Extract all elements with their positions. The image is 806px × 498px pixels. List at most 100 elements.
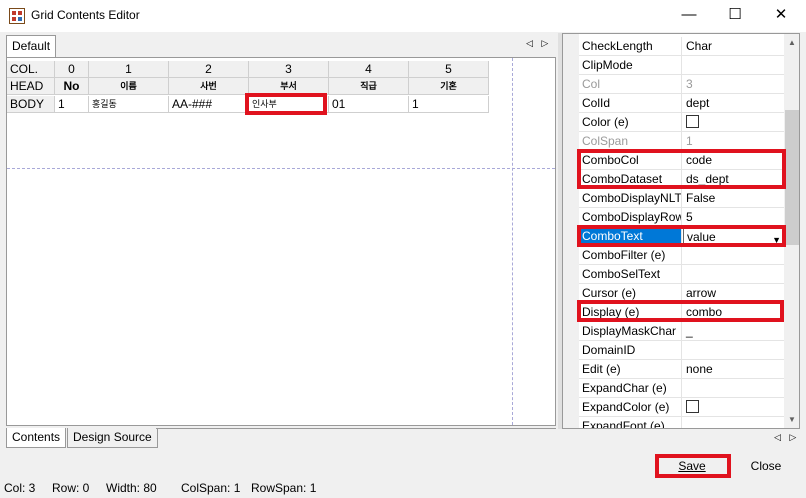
head-cell[interactable]: 사번 xyxy=(169,78,249,95)
col-index[interactable]: 0 xyxy=(55,61,89,78)
property-name: ComboSelText xyxy=(579,265,682,283)
col-index[interactable]: 3 xyxy=(249,61,329,78)
property-row[interactable]: ComboDisplayRow 5 xyxy=(579,208,784,227)
grid-app-icon xyxy=(9,8,25,24)
head-cell[interactable]: 이름 xyxy=(89,78,169,95)
property-value[interactable] xyxy=(683,246,784,264)
property-name: ComboCol xyxy=(579,151,682,169)
body-cell[interactable]: 홍길동 xyxy=(89,96,169,113)
grid-guide-line xyxy=(7,168,555,169)
property-row[interactable]: Cursor (e) arrow xyxy=(579,284,784,303)
property-value[interactable] xyxy=(683,113,784,131)
tab-design-source[interactable]: Design Source xyxy=(67,428,158,448)
property-row[interactable]: ComboFilter (e) xyxy=(579,246,784,265)
maximize-button[interactable]: ☐ xyxy=(712,0,758,32)
property-row[interactable]: ComboSelText xyxy=(579,265,784,284)
tab-default[interactable]: Default xyxy=(6,35,57,57)
close-button[interactable]: Close xyxy=(738,455,794,477)
body-cell[interactable]: AA-### xyxy=(169,96,249,113)
property-value-text: 3 xyxy=(686,77,693,91)
grid-design-area[interactable]: COL. 0 1 2 3 4 5 HEAD No 이름 사번 부서 직급 기혼 … xyxy=(6,57,556,426)
property-value[interactable] xyxy=(683,341,784,359)
property-grid[interactable]: CheckLength Char ClipMode Col 3 ColId dept Colo… xyxy=(562,33,800,429)
title-bar: Grid Contents Editor — ☐ ✕ xyxy=(0,0,806,32)
property-value-text: 1 xyxy=(686,134,693,148)
property-name: ComboDataset xyxy=(579,170,682,188)
property-row[interactable]: ColSpan 1 xyxy=(579,132,784,151)
head-row-label: HEAD xyxy=(7,78,55,95)
property-row[interactable]: Display (e) combo xyxy=(579,303,784,322)
property-value[interactable]: none xyxy=(683,360,784,378)
tab-divider xyxy=(156,428,556,429)
col-index[interactable]: 4 xyxy=(329,61,409,78)
property-value[interactable]: dept xyxy=(683,94,784,112)
property-name: ColSpan xyxy=(579,132,682,150)
property-value[interactable]: Char xyxy=(683,37,784,55)
body-cell[interactable]: 01 xyxy=(329,96,409,113)
property-row[interactable]: ColId dept xyxy=(579,94,784,113)
property-value[interactable]: ds_dept xyxy=(683,170,784,188)
property-row[interactable]: ComboText value ▼ xyxy=(579,227,784,246)
scroll-up-icon[interactable]: ▲ xyxy=(784,34,799,51)
scroll-thumb[interactable] xyxy=(785,110,799,245)
head-cell[interactable]: 기혼 xyxy=(409,78,489,95)
head-cell[interactable]: 부서 xyxy=(249,78,329,95)
property-row[interactable]: Col 3 xyxy=(579,75,784,94)
property-value: 1 xyxy=(683,132,784,150)
property-row[interactable]: ExpandColor (e) xyxy=(579,398,784,417)
property-name: ClipMode xyxy=(579,56,682,74)
property-value[interactable] xyxy=(683,417,784,428)
body-cell[interactable]: 1 xyxy=(409,96,489,113)
close-button-label: Close xyxy=(750,459,782,473)
property-value-dropdown[interactable]: value ▼ xyxy=(683,227,784,245)
scroll-down-icon[interactable]: ▼ xyxy=(784,411,799,428)
property-name: Color (e) xyxy=(579,113,682,131)
property-value[interactable] xyxy=(683,398,784,416)
property-value[interactable] xyxy=(683,56,784,74)
property-checkbox[interactable] xyxy=(686,400,699,413)
property-name: DisplayMaskChar xyxy=(579,322,682,340)
dropdown-arrow-icon[interactable]: ▼ xyxy=(772,231,781,244)
property-row[interactable]: ExpandFont (e) xyxy=(579,417,784,428)
col-index[interactable]: 5 xyxy=(409,61,489,78)
close-window-button[interactable]: ✕ xyxy=(758,0,804,32)
property-value[interactable]: _ xyxy=(683,322,784,340)
property-row[interactable]: Color (e) xyxy=(579,113,784,132)
property-value[interactable]: 5 xyxy=(683,208,784,226)
property-name: ExpandColor (e) xyxy=(579,398,682,416)
col-index[interactable]: 1 xyxy=(89,61,169,78)
property-value[interactable]: combo xyxy=(683,303,784,321)
tab-contents[interactable]: Contents xyxy=(6,428,67,448)
minimize-button[interactable]: — xyxy=(666,0,712,32)
property-row[interactable]: DomainID xyxy=(579,341,784,360)
property-row[interactable]: ClipMode xyxy=(579,56,784,75)
property-value[interactable]: False xyxy=(683,189,784,207)
property-row[interactable]: ComboDataset ds_dept xyxy=(579,170,784,189)
col-row-label: COL. xyxy=(7,61,55,78)
property-value[interactable] xyxy=(683,265,784,283)
property-checkbox[interactable] xyxy=(686,115,699,128)
property-row[interactable]: DisplayMaskChar _ xyxy=(579,322,784,341)
property-row[interactable]: CheckLength Char xyxy=(579,37,784,56)
property-value[interactable] xyxy=(683,379,784,397)
property-value-text: Char xyxy=(686,39,713,53)
property-value[interactable]: arrow xyxy=(683,284,784,302)
property-value[interactable]: code xyxy=(683,151,784,169)
property-row[interactable]: ComboDisplayNLT False xyxy=(579,189,784,208)
bottom-tab-scroll-arrows[interactable]: ◁ ▷ xyxy=(774,432,799,443)
property-row[interactable]: ComboCol code xyxy=(579,151,784,170)
head-cell[interactable]: No xyxy=(55,78,89,95)
save-button[interactable]: Save xyxy=(660,455,724,477)
property-value-text: combo xyxy=(686,305,723,319)
body-cell[interactable]: 1 xyxy=(55,96,89,113)
top-tab-scroll-arrows[interactable]: ◁ ▷ xyxy=(526,38,551,49)
body-cell-selected[interactable]: 인사부 xyxy=(249,96,329,113)
window-title: Grid Contents Editor xyxy=(31,8,140,22)
head-cell[interactable]: 직급 xyxy=(329,78,409,95)
property-name: CheckLength xyxy=(579,37,682,55)
property-value-text: False xyxy=(686,191,716,205)
col-index[interactable]: 2 xyxy=(169,61,249,78)
property-scrollbar[interactable]: ▲ ▼ xyxy=(784,34,799,428)
property-row[interactable]: Edit (e) none xyxy=(579,360,784,379)
property-row[interactable]: ExpandChar (e) xyxy=(579,379,784,398)
